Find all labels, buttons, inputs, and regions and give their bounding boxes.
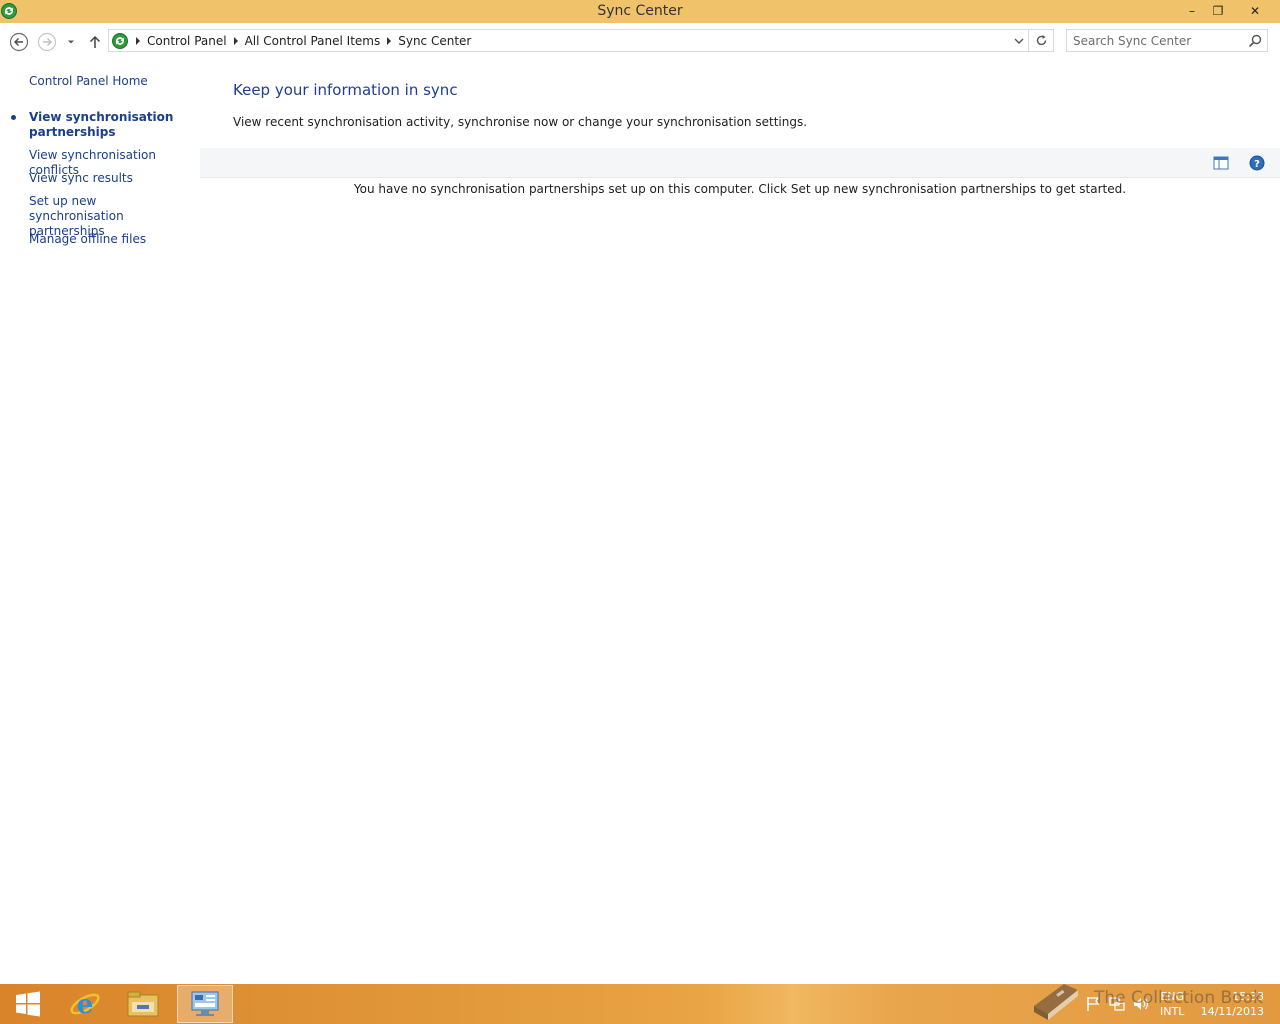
location-icon-wrap bbox=[109, 30, 131, 51]
forward-arrow-icon bbox=[37, 32, 57, 52]
keyboard-layout: INTL bbox=[1160, 1005, 1185, 1018]
refresh-button[interactable] bbox=[1029, 29, 1054, 52]
breadcrumb-all-control-panel-items[interactable]: All Control Panel Items bbox=[243, 34, 383, 48]
active-item-bullet bbox=[11, 115, 16, 120]
help-icon[interactable]: ? bbox=[1249, 155, 1265, 171]
sidebar-item-manage-offline-files[interactable]: Manage offline files bbox=[29, 232, 194, 247]
no-partnerships-message: You have no synchronisation partnerships… bbox=[353, 182, 1127, 196]
control-panel-icon bbox=[191, 991, 219, 1016]
breadcrumb-separator-icon[interactable] bbox=[229, 30, 243, 51]
up-button[interactable] bbox=[85, 32, 105, 52]
forward-button[interactable] bbox=[37, 32, 57, 52]
restore-button[interactable]: ❐ bbox=[1204, 0, 1232, 22]
system-clock[interactable]: 15:33 14/11/2013 bbox=[1198, 989, 1264, 1019]
sync-center-icon bbox=[112, 32, 128, 49]
close-button[interactable]: ✕ bbox=[1241, 0, 1269, 22]
page-title: Keep your information in sync bbox=[233, 81, 458, 99]
breadcrumb-separator-icon[interactable] bbox=[131, 30, 145, 51]
volume-icon[interactable] bbox=[1132, 995, 1150, 1013]
back-arrow-icon bbox=[9, 32, 29, 52]
control-panel-home-link[interactable]: Control Panel Home bbox=[29, 74, 194, 89]
language-code: ENG bbox=[1160, 990, 1185, 1003]
breadcrumb: Control Panel All Control Panel Items Sy… bbox=[109, 30, 473, 51]
title-bar: Sync Center – ❐ ✕ bbox=[0, 0, 1280, 23]
start-button[interactable] bbox=[0, 985, 56, 1023]
clock-time: 15:33 bbox=[1232, 990, 1264, 1003]
svg-text:?: ? bbox=[1254, 159, 1260, 170]
command-bar: ? bbox=[200, 148, 1280, 178]
taskbar-file-explorer[interactable] bbox=[115, 985, 171, 1023]
start-icon bbox=[16, 991, 40, 1017]
up-arrow-icon bbox=[89, 35, 101, 48]
breadcrumb-sync-center[interactable]: Sync Center bbox=[396, 34, 473, 48]
window-title: Sync Center bbox=[597, 3, 683, 19]
clock-date: 14/11/2013 bbox=[1200, 1005, 1264, 1018]
taskbar-control-panel[interactable] bbox=[177, 985, 233, 1023]
file-explorer-icon bbox=[127, 991, 159, 1017]
page-description: View recent synchronisation activity, sy… bbox=[233, 115, 808, 129]
action-center-flag-icon[interactable] bbox=[1084, 995, 1102, 1013]
input-language-indicator[interactable]: ENG INTL bbox=[1160, 989, 1184, 1019]
address-bar[interactable]: Control Panel All Control Panel Items Sy… bbox=[108, 29, 1029, 52]
refresh-icon bbox=[1036, 35, 1046, 46]
chevron-down-icon bbox=[1014, 38, 1024, 44]
address-dropdown-button[interactable] bbox=[1013, 35, 1025, 47]
breadcrumb-separator-icon[interactable] bbox=[382, 30, 396, 51]
recent-locations-button[interactable] bbox=[63, 32, 79, 52]
search-box[interactable] bbox=[1066, 29, 1268, 52]
breadcrumb-control-panel[interactable]: Control Panel bbox=[145, 34, 229, 48]
search-input[interactable] bbox=[1073, 33, 1243, 49]
internet-explorer-icon: e bbox=[70, 990, 100, 1020]
back-button[interactable] bbox=[9, 32, 29, 52]
svg-text:e: e bbox=[77, 990, 94, 1020]
sidebar-item-view-partnerships[interactable]: View synchronisation partnerships bbox=[29, 110, 179, 140]
chevron-down-icon bbox=[68, 40, 74, 44]
network-icon[interactable] bbox=[1108, 995, 1126, 1013]
taskbar: e ENG INTL 15:33 14/11/2013 bbox=[0, 984, 1280, 1024]
search-icon[interactable] bbox=[1248, 34, 1262, 48]
sidebar-item-view-results[interactable]: View sync results bbox=[29, 171, 194, 186]
taskbar-internet-explorer[interactable]: e bbox=[57, 985, 113, 1023]
minimize-button[interactable]: – bbox=[1178, 0, 1206, 22]
change-view-icon[interactable] bbox=[1213, 155, 1229, 171]
